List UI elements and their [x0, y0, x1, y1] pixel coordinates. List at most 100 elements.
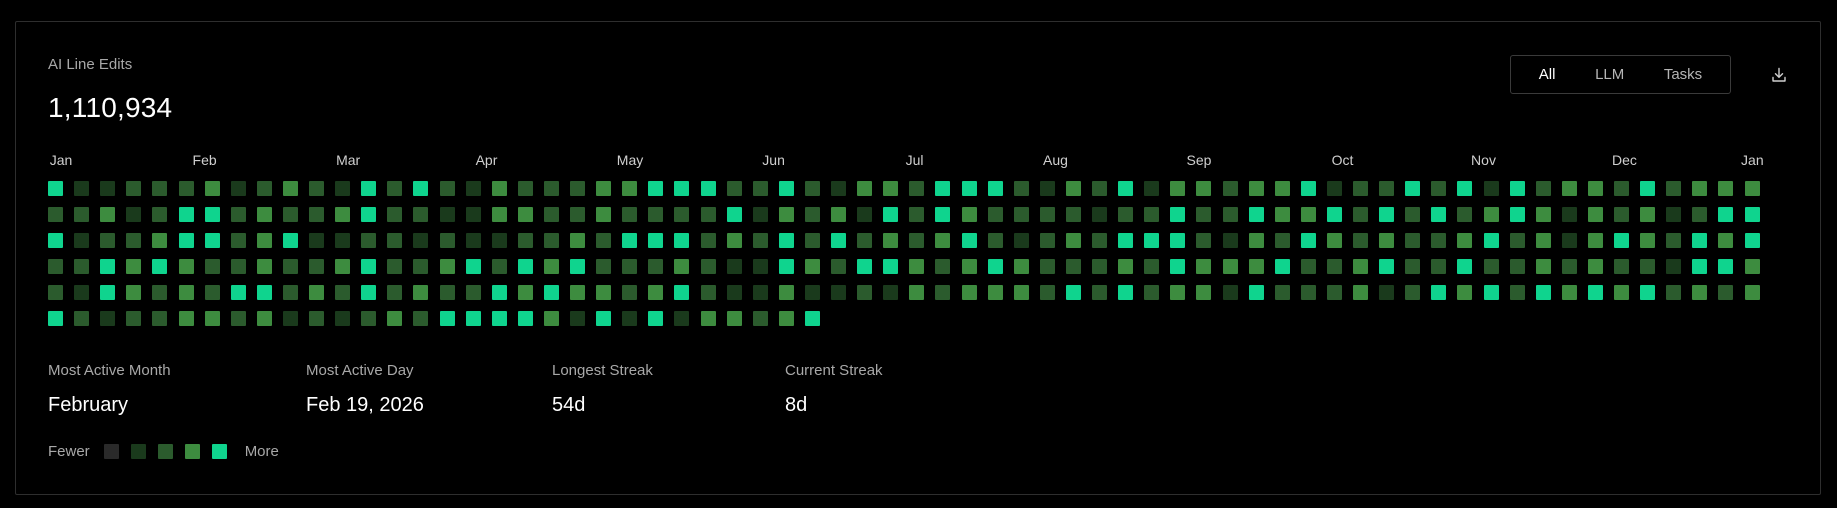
heatmap-cell[interactable] — [1013, 259, 1029, 274]
heatmap-cell[interactable] — [987, 181, 1003, 196]
heatmap-cell[interactable] — [100, 259, 116, 274]
heatmap-cell[interactable] — [48, 259, 63, 274]
heatmap-cell[interactable] — [1300, 233, 1316, 248]
heatmap-cell[interactable] — [413, 233, 429, 248]
heatmap-cell[interactable] — [204, 285, 220, 300]
heatmap-cell[interactable] — [1509, 207, 1525, 222]
heatmap-cell[interactable] — [230, 285, 246, 300]
heatmap-cell[interactable] — [439, 311, 455, 326]
heatmap-cell[interactable] — [883, 285, 899, 300]
heatmap-cell[interactable] — [126, 259, 142, 274]
heatmap-cell[interactable] — [596, 311, 612, 326]
heatmap-cell[interactable] — [1692, 285, 1708, 300]
heatmap-cell[interactable] — [1640, 181, 1656, 196]
heatmap-cell[interactable] — [674, 311, 690, 326]
heatmap-cell[interactable] — [74, 207, 90, 222]
heatmap-cell[interactable] — [1144, 181, 1160, 196]
heatmap-cell[interactable] — [230, 207, 246, 222]
heatmap-cell[interactable] — [1431, 207, 1447, 222]
heatmap-cell[interactable] — [1614, 207, 1629, 222]
heatmap-cell[interactable] — [126, 233, 142, 248]
heatmap-cell[interactable] — [883, 181, 899, 196]
heatmap-cell[interactable] — [1248, 207, 1264, 222]
heatmap-cell[interactable] — [935, 207, 951, 222]
heatmap-cell[interactable] — [100, 311, 116, 326]
heatmap-cell[interactable] — [1692, 207, 1708, 222]
heatmap-cell[interactable] — [335, 285, 351, 300]
heatmap-cell[interactable] — [909, 181, 925, 196]
heatmap-cell[interactable] — [700, 207, 716, 222]
heatmap-cell[interactable] — [961, 285, 977, 300]
heatmap-cell[interactable] — [152, 207, 168, 222]
heatmap-cell[interactable] — [335, 207, 351, 222]
heatmap-cell[interactable] — [74, 233, 90, 248]
heatmap-cell[interactable] — [1379, 233, 1395, 248]
heatmap-cell[interactable] — [1587, 181, 1603, 196]
heatmap-cell[interactable] — [309, 259, 324, 274]
heatmap-cell[interactable] — [1248, 285, 1264, 300]
heatmap-cell[interactable] — [909, 259, 925, 274]
heatmap-cell[interactable] — [1039, 233, 1055, 248]
heatmap-cell[interactable] — [778, 233, 794, 248]
heatmap-cell[interactable] — [335, 233, 351, 248]
heatmap-cell[interactable] — [230, 259, 246, 274]
heatmap-cell[interactable] — [648, 311, 664, 326]
heatmap-cell[interactable] — [778, 259, 794, 274]
heatmap-cell[interactable] — [1170, 207, 1186, 222]
heatmap-cell[interactable] — [909, 233, 925, 248]
heatmap-cell[interactable] — [282, 207, 298, 222]
heatmap-cell[interactable] — [1561, 207, 1577, 222]
heatmap-cell[interactable] — [909, 285, 925, 300]
heatmap-cell[interactable] — [1535, 285, 1551, 300]
heatmap-cell[interactable] — [1248, 259, 1264, 274]
heatmap-cell[interactable] — [309, 311, 324, 326]
heatmap-cell[interactable] — [126, 181, 142, 196]
heatmap-cell[interactable] — [622, 311, 638, 326]
heatmap-cell[interactable] — [935, 181, 951, 196]
heatmap-cell[interactable] — [335, 311, 351, 326]
heatmap-cell[interactable] — [1561, 181, 1577, 196]
heatmap-cell[interactable] — [1013, 207, 1029, 222]
heatmap-cell[interactable] — [987, 207, 1003, 222]
heatmap-cell[interactable] — [100, 207, 116, 222]
heatmap-cell[interactable] — [1013, 233, 1029, 248]
heatmap-cell[interactable] — [439, 233, 455, 248]
heatmap-cell[interactable] — [674, 285, 690, 300]
heatmap-cell[interactable] — [1535, 259, 1551, 274]
heatmap-cell[interactable] — [1065, 181, 1081, 196]
heatmap-cell[interactable] — [1587, 285, 1603, 300]
heatmap-cell[interactable] — [1039, 285, 1055, 300]
heatmap-cell[interactable] — [752, 207, 768, 222]
heatmap-cell[interactable] — [752, 259, 768, 274]
heatmap-cell[interactable] — [126, 207, 142, 222]
heatmap-cell[interactable] — [752, 233, 768, 248]
heatmap-cell[interactable] — [1457, 233, 1473, 248]
heatmap-cell[interactable] — [491, 207, 507, 222]
heatmap-cell[interactable] — [361, 285, 377, 300]
download-icon[interactable] — [1770, 66, 1788, 84]
heatmap-cell[interactable] — [1457, 259, 1473, 274]
heatmap-cell[interactable] — [1535, 233, 1551, 248]
heatmap-cell[interactable] — [48, 285, 63, 300]
heatmap-cell[interactable] — [1118, 259, 1134, 274]
heatmap-cell[interactable] — [1431, 233, 1447, 248]
heatmap-cell[interactable] — [1118, 285, 1134, 300]
heatmap-cell[interactable] — [230, 233, 246, 248]
heatmap-cell[interactable] — [1535, 181, 1551, 196]
heatmap-cell[interactable] — [1379, 285, 1395, 300]
heatmap-cell[interactable] — [726, 311, 742, 326]
heatmap-cell[interactable] — [700, 285, 716, 300]
heatmap-cell[interactable] — [1561, 285, 1577, 300]
heatmap-cell[interactable] — [74, 285, 90, 300]
heatmap-cell[interactable] — [1744, 181, 1760, 196]
heatmap-cell[interactable] — [1092, 259, 1107, 274]
heatmap-cell[interactable] — [726, 181, 742, 196]
heatmap-cell[interactable] — [1144, 207, 1160, 222]
heatmap-cell[interactable] — [1170, 259, 1186, 274]
heatmap-cell[interactable] — [596, 259, 612, 274]
heatmap-cell[interactable] — [100, 181, 116, 196]
heatmap-cell[interactable] — [596, 207, 612, 222]
heatmap-cell[interactable] — [152, 259, 168, 274]
heatmap-cell[interactable] — [1326, 285, 1342, 300]
heatmap-cell[interactable] — [387, 207, 403, 222]
